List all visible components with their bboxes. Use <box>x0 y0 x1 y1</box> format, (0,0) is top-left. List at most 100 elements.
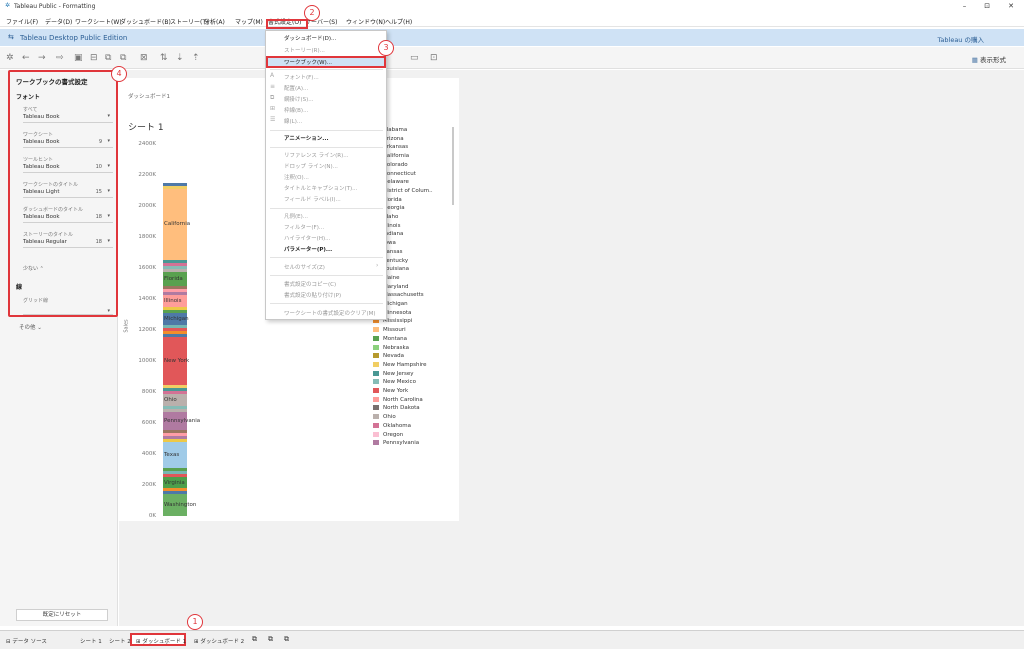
bar-segment[interactable] <box>163 330 187 334</box>
tab-sheet-1[interactable]: シート 1 <box>80 637 102 645</box>
legend-item[interactable]: Ohio <box>373 414 396 420</box>
tab-data-source[interactable]: ⊟ データ ソース <box>6 637 47 645</box>
menu-item[interactable]: ストーリー(T) <box>170 17 208 26</box>
bar-segment[interactable] <box>163 430 187 434</box>
bar-segment[interactable] <box>163 324 187 328</box>
show-me-button[interactable]: ▦ 表示形式 <box>972 54 1006 64</box>
format-menu-item: 書式設定の貼り付け(P) <box>284 293 342 299</box>
legend-item[interactable]: New Hampshire <box>373 361 427 368</box>
fit-icon[interactable]: ▭ <box>410 53 419 63</box>
bar-segment[interactable] <box>163 406 187 410</box>
buy-tableau-link[interactable]: Tableau の購入 <box>938 34 984 44</box>
new-datasource-icon[interactable]: ⊟ <box>90 53 98 63</box>
forward-icon[interactable]: → <box>38 53 46 63</box>
bar-segment[interactable] <box>163 488 187 492</box>
bar-segment[interactable] <box>163 182 187 186</box>
redo-icon[interactable]: ⇨ <box>56 53 64 63</box>
bar-segment[interactable] <box>163 433 187 437</box>
legend-item[interactable]: Pennsylvania <box>373 440 419 446</box>
chevron-down-icon[interactable]: ▾ <box>107 213 110 219</box>
format-menu-item[interactable]: アニメーション... <box>284 134 329 142</box>
tab-dashboard-2[interactable]: ⊞ ダッシュボード 2 <box>194 637 244 645</box>
clear-icon[interactable]: ⊠ <box>140 53 148 63</box>
chevron-down-icon[interactable]: ▾ <box>107 188 110 194</box>
legend-item[interactable]: Oklahoma <box>373 422 411 429</box>
menu-item[interactable]: ヘルプ(H) <box>385 17 412 26</box>
font-row-size[interactable]: 10 <box>96 164 102 170</box>
bar-segment[interactable] <box>163 291 187 295</box>
format-menu-item[interactable]: パラメーター(P)... <box>284 245 332 253</box>
new-worksheet-tab-icon[interactable]: ⧉ <box>252 635 257 644</box>
font-row-value[interactable]: Tableau Book <box>23 114 113 120</box>
font-row-size[interactable]: 9 <box>99 139 102 145</box>
format-menu-item[interactable]: ダッシュボード(D)... <box>284 34 336 42</box>
legend-item[interactable]: North Dakota <box>373 405 420 411</box>
other-section-link[interactable]: その他 ⌄ <box>19 323 42 331</box>
bar-segment[interactable] <box>163 288 187 292</box>
back-icon[interactable]: ← <box>22 53 30 63</box>
chevron-down-icon[interactable]: ▾ <box>107 113 110 119</box>
new-dashboard-tab-icon[interactable]: ⧉ <box>268 635 273 644</box>
bar-segment[interactable] <box>163 310 187 314</box>
sort-desc-icon[interactable]: ⇡ <box>192 53 200 63</box>
bar-segment[interactable] <box>163 387 187 391</box>
legend-item[interactable]: Oregon <box>373 431 403 438</box>
bar-segment[interactable] <box>163 185 187 189</box>
bar-segment[interactable] <box>163 390 187 394</box>
menu-item[interactable]: ファイル(F) <box>6 17 38 26</box>
chevron-down-icon[interactable]: ▾ <box>107 138 110 144</box>
swap-icon[interactable]: ⇅ <box>160 53 168 63</box>
bar-segment[interactable] <box>163 409 187 413</box>
font-row-size[interactable]: 18 <box>96 239 102 245</box>
legend-item[interactable]: New York <box>373 388 408 394</box>
legend-item[interactable]: Montana <box>373 335 407 342</box>
legend-scrollbar[interactable] <box>452 127 454 205</box>
bar-segment[interactable] <box>163 285 187 289</box>
new-story-tab-icon[interactable]: ⧉ <box>284 635 289 644</box>
font-row-size[interactable]: 18 <box>96 214 102 220</box>
bar-segment[interactable] <box>163 265 187 269</box>
legend-item[interactable]: Nebraska <box>373 344 409 351</box>
menu-item[interactable]: 分析(A) <box>204 17 225 26</box>
chevron-down-icon[interactable]: ▾ <box>107 238 110 244</box>
presentation-icon[interactable]: ⊡ <box>430 53 438 63</box>
menu-item[interactable]: ウィンドウ(N) <box>346 17 385 26</box>
menu-item[interactable]: ダッシュボード(B) <box>120 17 171 26</box>
bar-segment[interactable] <box>163 262 187 266</box>
minimize-icon[interactable]: – <box>963 2 967 10</box>
bar-segment[interactable] <box>163 439 187 443</box>
sort-asc-icon[interactable]: ⇣ <box>176 53 184 63</box>
reset-to-default-button[interactable]: 既定にリセット <box>16 609 108 621</box>
duplicate-icon[interactable]: ⧉ <box>120 53 126 63</box>
bar-segment[interactable] <box>163 259 187 263</box>
menu-item[interactable]: データ(D) <box>45 17 72 26</box>
bar-segment[interactable] <box>163 491 187 495</box>
new-worksheet-icon[interactable]: ⧉ <box>105 53 111 63</box>
bar-segment[interactable] <box>163 468 187 472</box>
bar-segment[interactable] <box>163 384 187 388</box>
bar-segment[interactable] <box>163 268 187 272</box>
show-less-link[interactable]: 少ない ⌃ <box>23 265 44 272</box>
menu-item[interactable]: ワークシート(W) <box>75 17 122 26</box>
format-menu-item[interactable]: ワークブック(W)... <box>284 58 332 66</box>
maximize-icon[interactable]: ⊡ <box>984 2 990 10</box>
legend-item[interactable]: New Jersey <box>373 370 414 377</box>
legend-item[interactable]: Nevada <box>373 353 404 359</box>
save-icon[interactable]: ▣ <box>74 53 83 63</box>
bar-segment[interactable] <box>163 474 187 478</box>
font-row-size[interactable]: 15 <box>96 189 102 195</box>
legend-item[interactable]: North Carolina <box>373 396 423 403</box>
legend-item[interactable]: New Mexico <box>373 379 416 385</box>
bar-segment[interactable] <box>163 436 187 440</box>
menu-item[interactable]: マップ(M) <box>235 17 263 26</box>
tab-sheet-2[interactable]: シート 2 <box>109 637 131 645</box>
bar-segment[interactable] <box>163 333 187 337</box>
bar-segment[interactable] <box>163 327 187 331</box>
bar-segment[interactable] <box>163 471 187 475</box>
legend-item[interactable]: Missouri <box>373 327 406 333</box>
tableau-icon[interactable]: ✲ <box>6 53 14 63</box>
close-icon[interactable]: ✕ <box>1008 2 1014 10</box>
tab-dashboard-1[interactable]: ⊞ ダッシュボード 1 <box>136 637 186 645</box>
bar-segment[interactable] <box>163 307 187 311</box>
chevron-down-icon[interactable]: ▾ <box>107 163 110 169</box>
